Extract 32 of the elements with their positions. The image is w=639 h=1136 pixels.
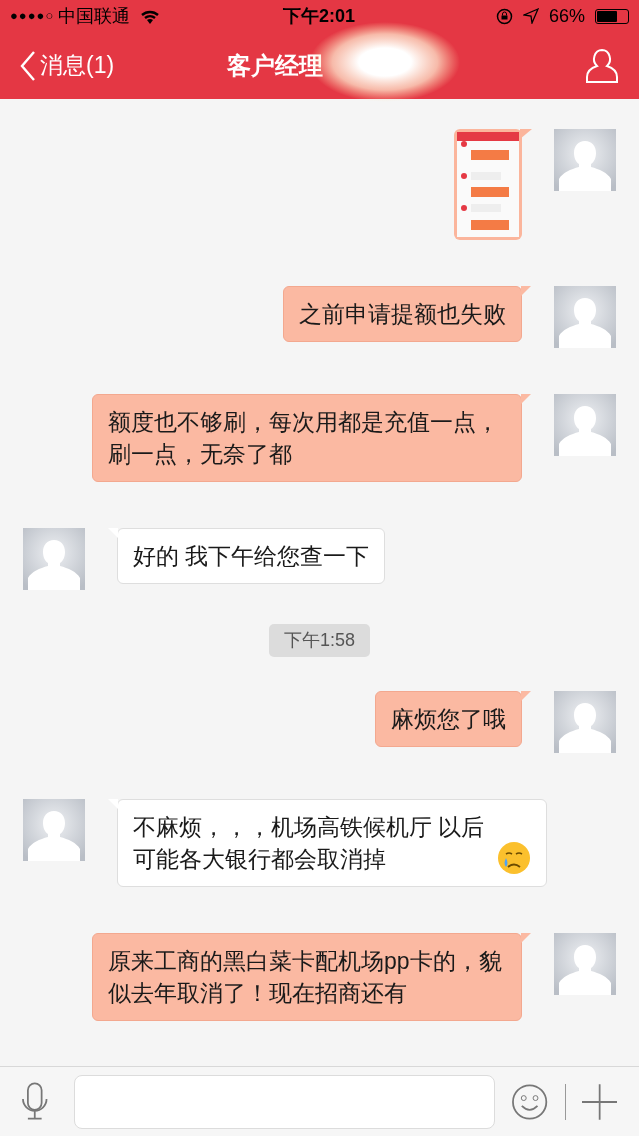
- message-text: 麻烦您了哦: [391, 705, 506, 734]
- message-text: 额度也不够刷，每次用都是充值一点，刷一点，无奈了都: [108, 408, 500, 469]
- plus-icon[interactable]: [581, 1083, 617, 1120]
- message-text: 不麻烦，，，机场高铁候机厅 以后可能各大银行都会取消掉: [133, 813, 486, 874]
- avatar[interactable]: [23, 799, 85, 861]
- avatar[interactable]: [554, 286, 616, 348]
- clock: 下午2:01: [283, 4, 356, 28]
- back-icon: [20, 50, 36, 81]
- battery-icon: [595, 8, 629, 24]
- avatar[interactable]: [554, 129, 616, 191]
- carrier-name: 中国联通: [58, 4, 131, 28]
- crying-face-icon: [497, 841, 531, 875]
- avatar[interactable]: [554, 933, 616, 995]
- message-text: 好的 我下午给您查一下: [133, 542, 370, 571]
- avatar[interactable]: [23, 528, 85, 590]
- wifi-icon: [140, 8, 161, 24]
- rotation-lock-icon: [495, 7, 513, 25]
- battery-percent: 66%: [548, 4, 585, 28]
- message-input[interactable]: [73, 1074, 496, 1129]
- chat-title: 客户经理: [227, 50, 323, 81]
- profile-icon[interactable]: [585, 47, 619, 84]
- message-text: 原来工商的黑白菜卡配机场pp卡的，貌似去年取消了！现在招商还有: [108, 947, 503, 1008]
- signal-strength: ●●●●○: [10, 7, 55, 26]
- microphone-icon[interactable]: [22, 1081, 48, 1122]
- back-button[interactable]: 消息(1): [20, 48, 115, 83]
- location-icon: [522, 8, 539, 24]
- message-text: 之前申请提额也失败: [299, 300, 506, 329]
- avatar[interactable]: [554, 394, 616, 456]
- bubble-tail: [520, 129, 532, 139]
- emoji-icon[interactable]: [511, 1082, 549, 1121]
- avatar[interactable]: [554, 691, 616, 753]
- timestamp: 下午1:58: [268, 624, 370, 657]
